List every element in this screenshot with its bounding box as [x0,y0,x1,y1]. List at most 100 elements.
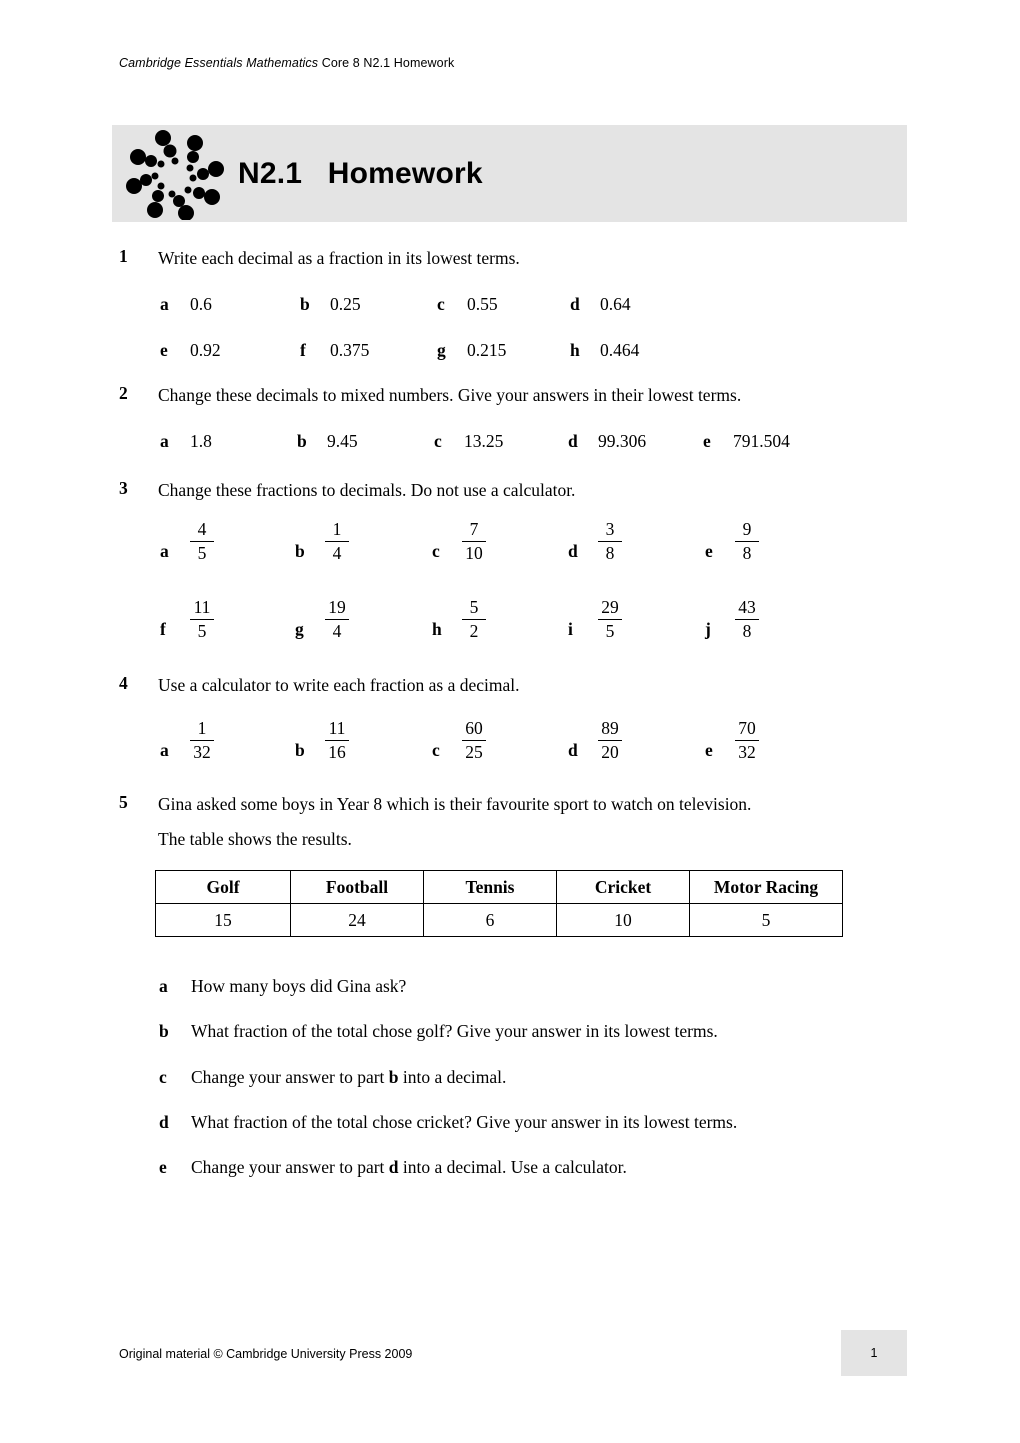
q1-item-g-value: 0.215 [467,340,507,360]
denominator: 4 [332,621,342,641]
numerator: 9 [742,519,752,539]
numerator: 3 [605,519,615,539]
table-header-golf: Golf [155,870,291,904]
favourite-sport-results-table: Golf Football Tennis Cricket Motor Racin… [155,870,843,937]
fraction-bar [598,541,622,542]
running-header: Cambridge Essentials Mathematics Core 8 … [119,56,454,70]
q2-item-b-letter: b [297,431,307,451]
q5-subpart-d-text: What fraction of the total chose cricket… [191,1112,738,1132]
q3-item-c-letter: c [432,541,440,561]
q3-item-h-fraction: 5 2 [460,597,488,642]
numerator: 70 [738,718,756,738]
q5-subpart-b-text: What fraction of the total chose golf? G… [191,1021,718,1041]
q3-item-c-fraction: 7 10 [460,519,488,564]
q3-item-b-fraction: 1 4 [323,519,351,564]
table-cell-golf-count: 15 [155,903,291,937]
q2-item-b-value: 9.45 [327,431,358,451]
q4-item-d-letter: d [568,740,578,760]
q1-item-c-letter: c [437,294,445,314]
q1-item-d-value: 0.64 [600,294,631,314]
q1-item-g-letter: g [437,340,446,360]
table-cell-football-count: 24 [290,903,424,937]
q5-subpart-e-text: Change your answer to part d into a deci… [191,1157,627,1177]
q3-item-i-letter: i [568,619,573,639]
fraction-bar [325,541,349,542]
denominator: 5 [605,621,615,641]
denominator: 5 [197,543,207,563]
q3-item-g-fraction: 19 4 [323,597,351,642]
numerator: 60 [465,718,483,738]
numerator: 1 [197,718,207,738]
numerator: 11 [328,718,346,738]
q4-item-b-fraction: 11 16 [323,718,351,763]
question-2-text: Change these decimals to mixed numbers. … [158,385,742,405]
numerator: 89 [601,718,619,738]
table-header-tennis: Tennis [423,870,557,904]
q3-item-g-letter: g [295,619,304,639]
q3-item-e-fraction: 9 8 [733,519,761,564]
q1-item-e-value: 0.92 [190,340,221,360]
fraction-bar [190,619,214,620]
footer-copyright: Original material © Cambridge University… [119,1347,413,1361]
q3-item-d-letter: d [568,541,578,561]
q1-item-a-letter: a [160,294,169,314]
q5-subpart-c-text: Change your answer to part b into a deci… [191,1067,507,1087]
denominator: 4 [332,543,342,563]
fraction-bar [190,541,214,542]
denominator: 16 [328,742,346,762]
q3-item-i-fraction: 29 5 [596,597,624,642]
numerator: 1 [332,519,342,539]
table-header-row: Golf Football Tennis Cricket Motor Racin… [155,870,843,904]
fraction-bar [735,740,759,741]
q3-item-a-fraction: 4 5 [188,519,216,564]
document-page: Cambridge Essentials Mathematics Core 8 … [0,0,1020,1443]
numerator: 5 [469,597,479,617]
fraction-bar [325,619,349,620]
fraction-bar [735,619,759,620]
table-cell-cricket-count: 10 [556,903,690,937]
q4-item-b-letter: b [295,740,305,760]
q3-item-d-fraction: 3 8 [596,519,624,564]
q2-item-c-value: 13.25 [464,431,504,451]
q5-subpart-a-letter: a [159,976,168,996]
denominator: 8 [742,543,752,563]
fraction-bar [462,541,486,542]
q1-item-e-letter: e [160,340,168,360]
q3-item-e-letter: e [705,541,713,561]
denominator: 2 [469,621,479,641]
question-1-number: 1 [119,246,128,266]
q1-item-h-value: 0.464 [600,340,640,360]
q5-subpart-b-letter: b [159,1021,169,1041]
q1-item-c-value: 0.55 [467,294,498,314]
q5-subpart-d-letter: d [159,1112,169,1132]
q1-item-d-letter: d [570,294,580,314]
title-banner: N2.1 Homework [112,125,907,222]
q1-item-a-value: 0.6 [190,294,212,314]
fraction-bar [462,619,486,620]
q1-item-f-letter: f [300,340,306,360]
denominator: 32 [738,742,756,762]
page-title: N2.1 Homework [238,156,483,190]
q1-item-f-value: 0.375 [330,340,370,360]
fraction-bar [462,740,486,741]
numerator: 29 [601,597,619,617]
q4-item-d-fraction: 89 20 [596,718,624,763]
cambridge-essentials-pinwheel-logo [126,130,224,220]
denominator: 10 [465,543,483,563]
denominator: 25 [465,742,483,762]
numerator: 4 [197,519,207,539]
denominator: 5 [197,621,207,641]
question-3-text: Change these fractions to decimals. Do n… [158,480,576,500]
numerator: 43 [738,597,756,617]
q4-item-c-fraction: 60 25 [460,718,488,763]
table-cell-tennis-count: 6 [423,903,557,937]
q3-item-a-letter: a [160,541,169,561]
table-cell-motor-racing-count: 5 [689,903,843,937]
question-5-text-line-1: Gina asked some boys in Year 8 which is … [158,794,752,814]
question-5-text-line-2: The table shows the results. [158,829,352,849]
q2-item-d-value: 99.306 [598,431,647,451]
page-number: 1 [841,1330,907,1376]
question-3-number: 3 [119,478,128,498]
q2-item-e-letter: e [703,431,711,451]
table-header-cricket: Cricket [556,870,690,904]
